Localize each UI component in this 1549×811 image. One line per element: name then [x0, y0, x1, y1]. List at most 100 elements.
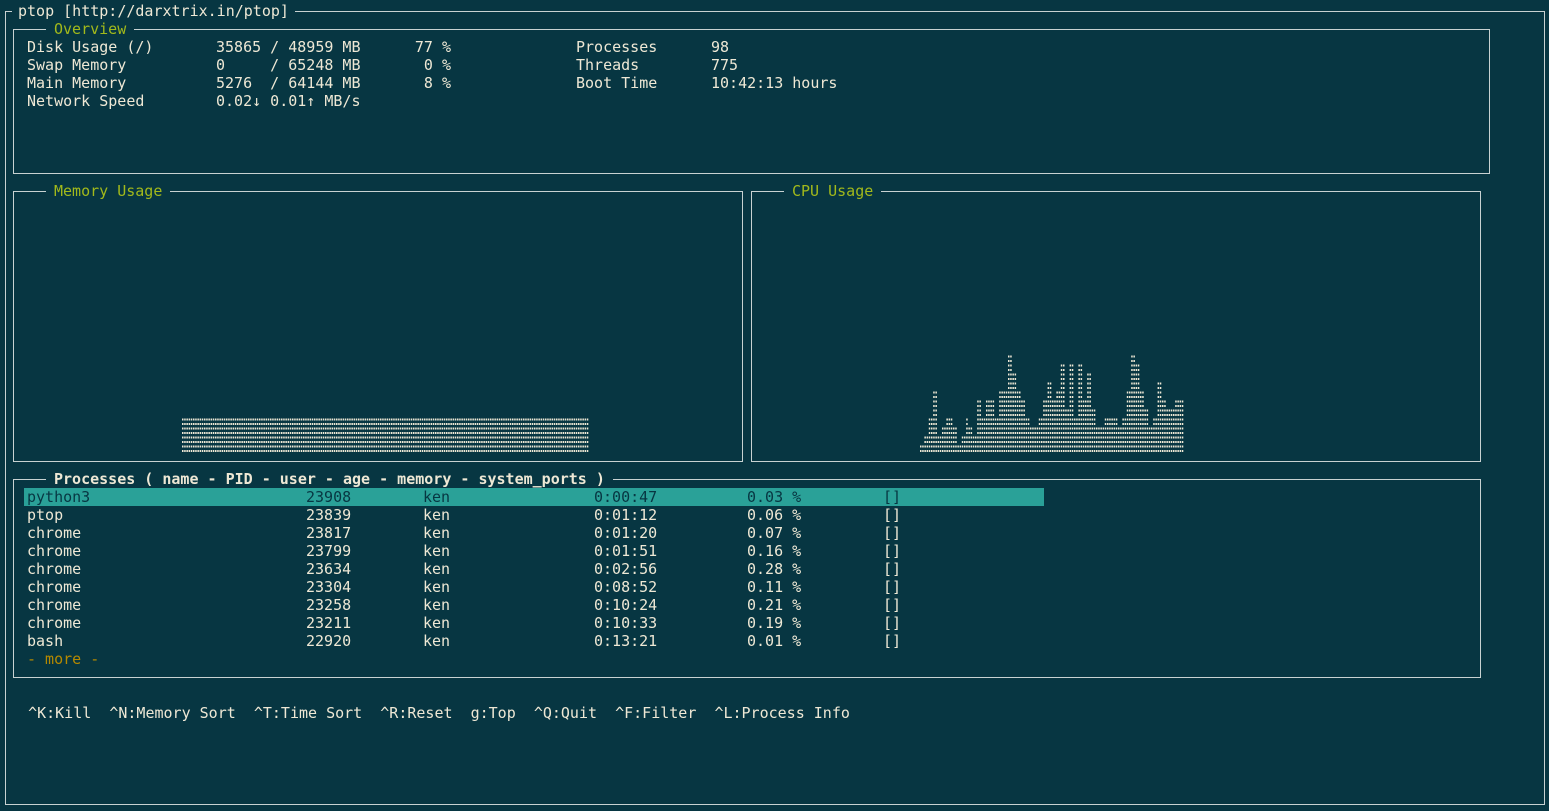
chart-dot	[226, 427, 228, 430]
chart-dot	[1063, 382, 1065, 385]
process-row[interactable]: chrome 23634 ken 0:02:56 0.28 %[]	[24, 560, 1044, 578]
chart-dot	[292, 450, 294, 452]
chart-dot	[300, 450, 303, 452]
chart-dot	[406, 450, 408, 452]
chart-dot	[979, 418, 981, 421]
shortcut-filter[interactable]: ^F:Filter	[615, 704, 696, 722]
chart-dot	[564, 418, 567, 421]
chart-dot	[1131, 396, 1133, 398]
chart-dot	[199, 423, 202, 425]
chart-dot	[1089, 414, 1091, 416]
shortcut-kill[interactable]: ^K:Kill	[28, 704, 91, 722]
chart-dot	[1181, 441, 1184, 443]
process-list[interactable]: python3 23908 ken 0:00:47 0.03 %[] ptop 23839 k…	[24, 488, 1054, 668]
chart-dot	[1151, 432, 1153, 434]
shortcut-quit[interactable]: ^Q:Quit	[534, 704, 597, 722]
chart-dot	[975, 436, 977, 439]
chart-dot	[212, 432, 215, 434]
chart-dot	[1115, 423, 1118, 425]
chart-dot	[331, 432, 334, 434]
chart-dot	[327, 423, 329, 425]
chart-dot	[204, 436, 206, 439]
chart-dot	[990, 427, 992, 430]
chart-dot	[1058, 450, 1061, 452]
chart-dot	[1071, 414, 1074, 416]
chart-dot	[333, 432, 336, 434]
chart-dot	[518, 441, 521, 443]
chart-dot	[1003, 432, 1006, 434]
process-row[interactable]: bash 22920 ken 0:13:21 0.01 %[]	[24, 632, 1044, 650]
chart-dot	[393, 423, 395, 425]
chart-dot	[1076, 441, 1078, 443]
process-row[interactable]: chrome 23817 ken 0:01:20 0.07 %[]	[24, 524, 1044, 542]
chart-dot	[1111, 450, 1113, 452]
shortcut-top[interactable]: g:Top	[471, 704, 516, 722]
chart-dot	[536, 441, 538, 443]
chart-dot	[201, 423, 204, 425]
chart-dot	[344, 445, 347, 448]
chart-dot	[1173, 445, 1175, 448]
chart-dot	[188, 450, 191, 452]
chart-dot	[371, 432, 373, 434]
chart-dot	[1087, 373, 1089, 376]
shortcut-reset[interactable]: ^R:Reset	[380, 704, 452, 722]
chart-dot	[399, 423, 402, 425]
chart-dot	[990, 432, 992, 434]
process-row[interactable]: python3 23908 ken 0:00:47 0.03 %[]	[24, 488, 1044, 506]
chart-dot	[994, 432, 997, 434]
chart-dot	[483, 418, 485, 421]
process-row[interactable]: chrome 23799 ken 0:01:51 0.16 %[]	[24, 542, 1044, 560]
chart-dot	[366, 436, 369, 439]
chart-dot	[215, 432, 217, 434]
more-processes-link[interactable]: - more -	[27, 650, 1047, 668]
chart-dot	[507, 423, 510, 425]
process-row[interactable]: chrome 23304 ken 0:08:52 0.11 %[]	[24, 578, 1044, 596]
process-ports: []	[883, 596, 902, 614]
chart-dot	[1173, 427, 1175, 430]
shortcut-process-info[interactable]: ^L:Process Info	[714, 704, 849, 722]
chart-dot	[1118, 445, 1120, 448]
chart-dot	[424, 418, 426, 421]
chart-dot	[516, 427, 518, 430]
chart-dot	[490, 450, 492, 452]
chart-dot	[382, 436, 384, 439]
chart-dot	[1170, 409, 1173, 412]
chart-dot	[369, 450, 371, 452]
chart-dot	[959, 445, 962, 448]
chart-dot	[395, 441, 397, 443]
chart-dot	[362, 418, 364, 421]
process-row[interactable]: chrome 23211 ken 0:10:33 0.19 %[]	[24, 614, 1044, 632]
chart-dot	[265, 423, 268, 425]
chart-dot	[1153, 418, 1155, 421]
main-memory-value: 5276 / 64144 MB	[216, 74, 361, 92]
chart-dot	[311, 432, 314, 434]
chart-dot	[1056, 396, 1058, 398]
chart-dot	[437, 432, 439, 434]
chart-dot	[182, 427, 184, 430]
chart-dot	[1054, 450, 1056, 452]
shortcut-memory-sort[interactable]: ^N:Memory Sort	[109, 704, 235, 722]
shortcut-time-sort[interactable]: ^T:Time Sort	[254, 704, 362, 722]
chart-dot	[494, 445, 496, 448]
chart-dot	[1023, 418, 1025, 421]
process-row[interactable]: chrome 23258 ken 0:10:24 0.21 %[]	[24, 596, 1044, 614]
chart-dot	[252, 418, 254, 421]
chart-dot	[578, 432, 580, 434]
chart-dot	[421, 441, 424, 443]
chart-dot	[237, 445, 239, 448]
chart-dot	[318, 432, 320, 434]
chart-dot	[221, 441, 224, 443]
chart-dot	[373, 441, 375, 443]
chart-dot	[573, 445, 576, 448]
chart-dot	[1126, 441, 1129, 443]
chart-dot	[338, 432, 340, 434]
process-row[interactable]: ptop 23839 ken 0:01:12 0.06 %[]	[24, 506, 1044, 524]
chart-dot	[371, 427, 373, 430]
chart-dot	[1047, 436, 1050, 439]
chart-dot	[1109, 423, 1111, 425]
chart-dot	[1085, 427, 1087, 430]
chart-dot	[331, 427, 334, 430]
chart-dot	[505, 436, 507, 439]
chart-dot	[1089, 450, 1091, 452]
chart-dot	[193, 441, 195, 443]
